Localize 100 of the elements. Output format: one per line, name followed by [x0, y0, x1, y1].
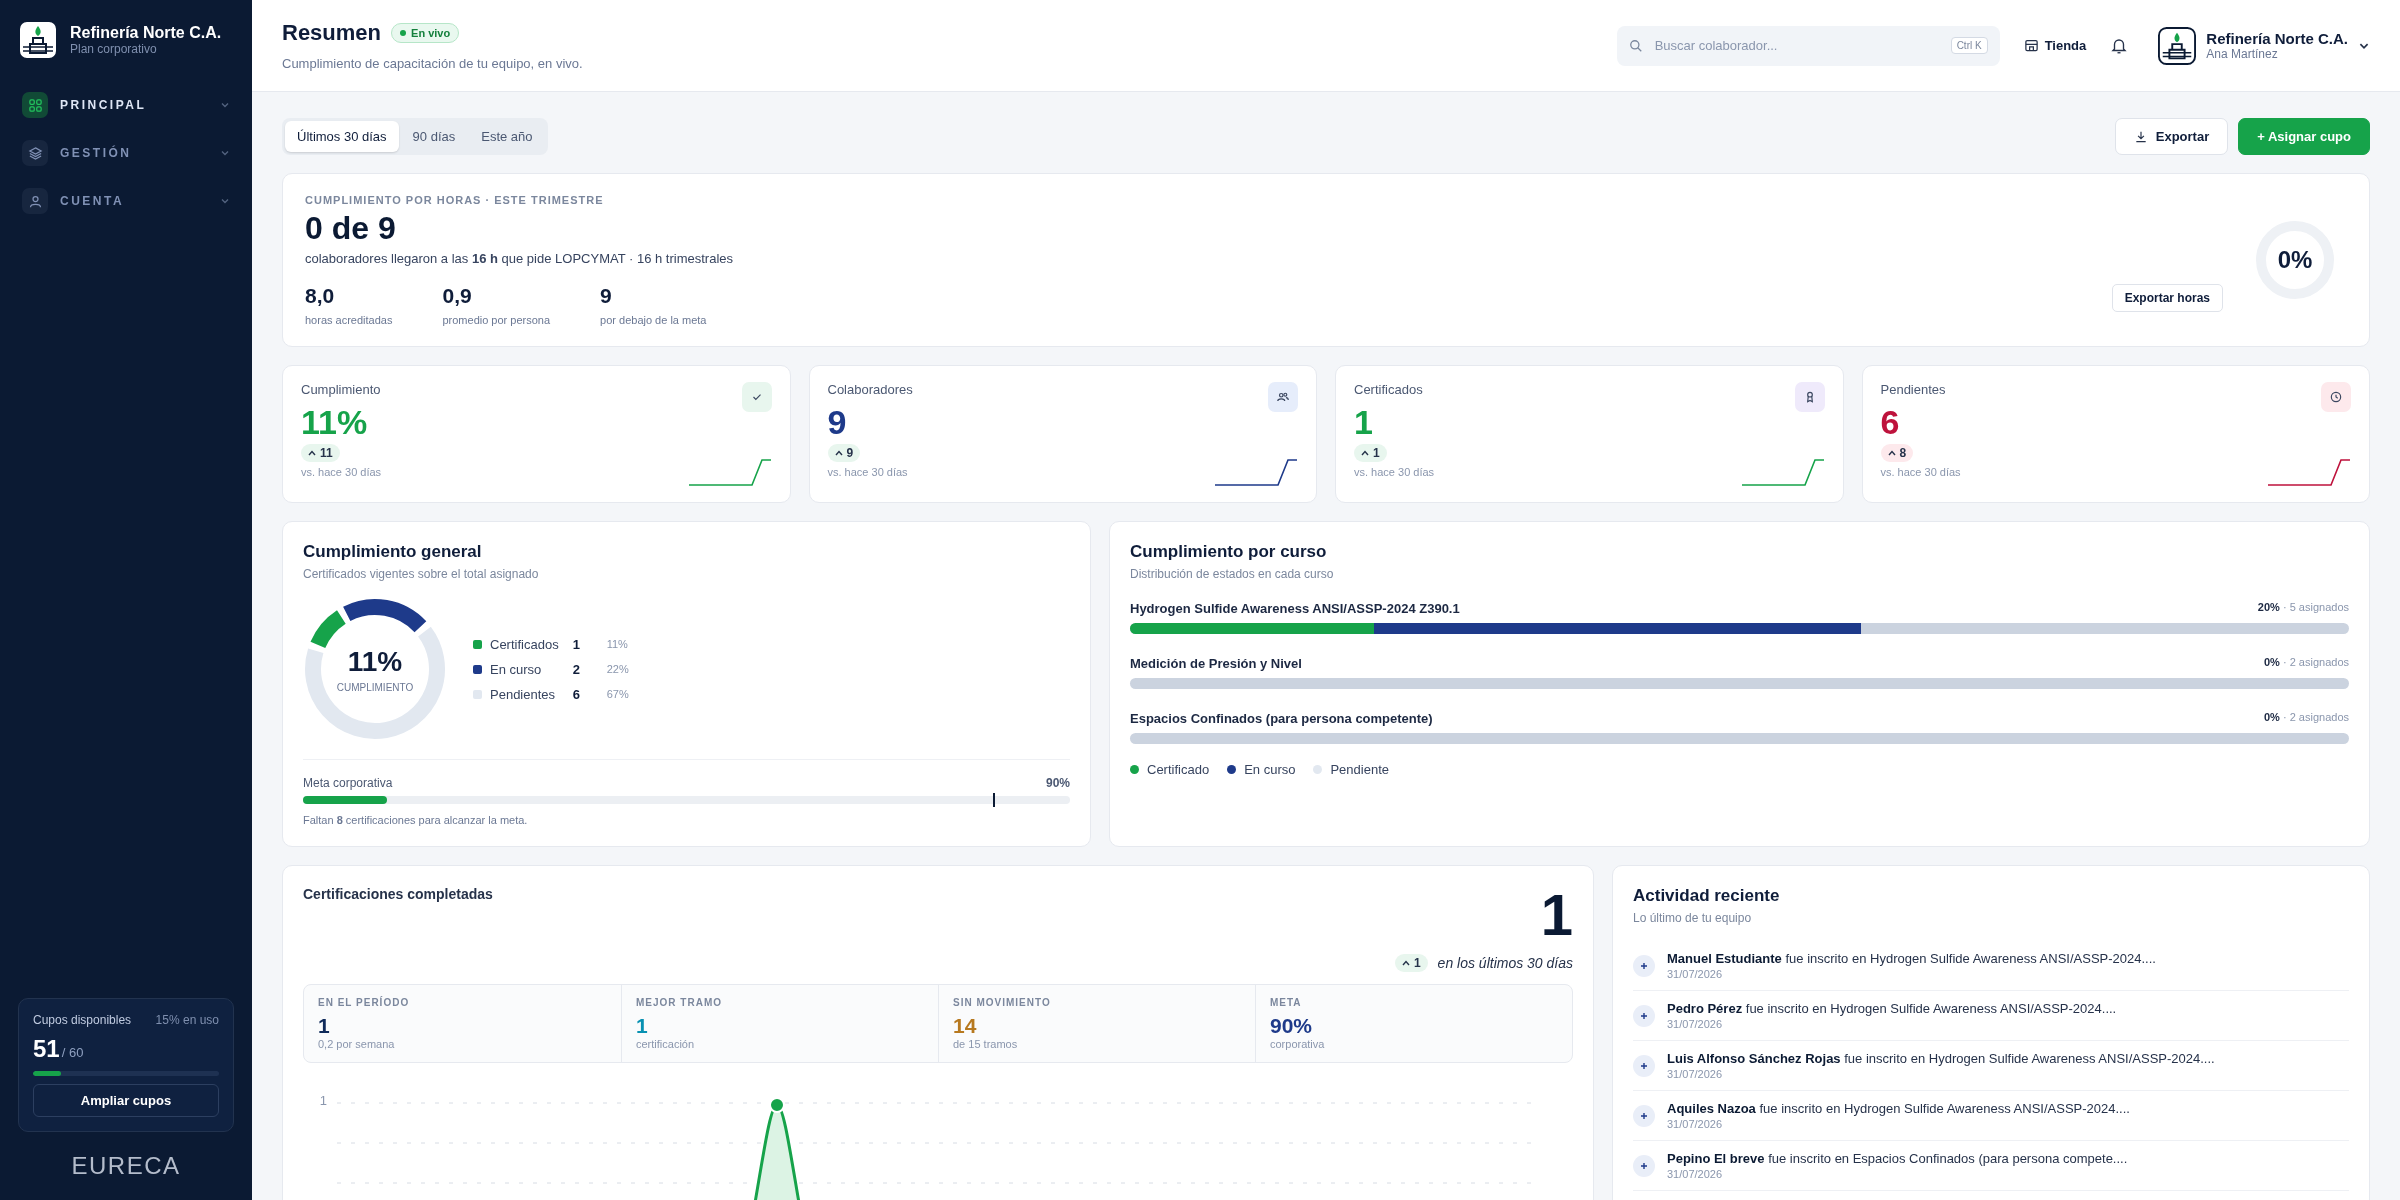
expand-quota-button[interactable]: Ampliar cupos — [33, 1084, 219, 1117]
stat-label: MEJOR TRAMO — [636, 997, 723, 1008]
page-title: Resumen — [282, 20, 382, 46]
plus-icon — [1640, 1062, 1648, 1070]
legend-label: Pendiente — [1330, 762, 1389, 777]
course-name: Medición de Presión y Nivel — [1130, 656, 1302, 671]
chevron-icon — [220, 100, 230, 110]
usage-label: 15% en uso — [155, 1013, 219, 1027]
stat-caption: de 15 tramos — [953, 1038, 1019, 1050]
plus-icon — [1640, 1112, 1648, 1120]
page-subtitle: Cumplimiento de capacitación de tu equipo, en vivo. — [282, 56, 584, 71]
legend-count: 2 — [572, 661, 581, 677]
quota-title: Cupos disponibles — [33, 1013, 132, 1027]
total-count: 1 — [1539, 886, 1573, 944]
legend-percent: 67% — [606, 688, 629, 700]
avatar-logo-icon — [2158, 26, 2197, 65]
stat-caption: certificación — [636, 1038, 696, 1050]
course-name: Espacios Confinados (para persona competente) — [1130, 711, 1433, 726]
search-icon — [1628, 38, 1643, 53]
card-caption: vs. hace 30 días — [1354, 466, 1436, 478]
users-icon — [1276, 390, 1290, 404]
chevron-icon — [220, 148, 230, 158]
legend-count: 1 — [572, 636, 581, 652]
clock-icon — [2329, 390, 2343, 404]
card-subtitle: Certificados vigentes sobre el total asignado — [303, 567, 540, 581]
card-title: Pendientes — [1880, 382, 1947, 397]
card-title: Colaboradores — [827, 382, 914, 397]
search-field[interactable]: Buscar colaborador... Ctrl K — [1616, 25, 2000, 66]
stat-caption: 0,2 por semana — [318, 1038, 396, 1050]
card-title: Actividad reciente — [1633, 886, 1781, 906]
card-title: Certificaciones completadas — [303, 886, 493, 904]
delta-caption: en los últimos 30 días — [1437, 955, 1573, 971]
stat-value: 1 — [318, 1014, 331, 1038]
nav-group[interactable]: CUENTA — [18, 182, 234, 220]
stat-value: 0,9 — [442, 284, 473, 308]
search-input[interactable]: Buscar colaborador... — [1652, 37, 1941, 54]
hours-headline: 0 de 9 — [305, 210, 397, 247]
activity-text: Pedro Pérez fue inscrito en Hydrogen Sulfide Awareness ANSI/ASSP-2024.... — [1667, 1001, 2117, 1016]
export-hours-button[interactable]: Exportar horas — [2111, 284, 2223, 312]
period-tab[interactable]: Este año — [469, 121, 545, 152]
hours-description: colaboradores llegaron a las 16 h que pide LOPCYMAT · 16 h trimestrales — [305, 251, 734, 266]
plus-icon — [1640, 962, 1648, 970]
course-stats: 20% · 5 asignados — [2257, 601, 2349, 615]
legend-count: 6 — [572, 686, 581, 702]
stat-value: 90% — [1270, 1014, 1314, 1038]
activity-date: 31/07/2026 — [1667, 1118, 1724, 1130]
store-link[interactable]: Tienda — [2017, 37, 2093, 54]
ring-value: 0% — [2277, 246, 2313, 274]
nav-group[interactable]: PRINCIPAL — [18, 86, 234, 124]
goal-value: 90% — [1045, 776, 1070, 790]
stat-label: horas acreditadas — [305, 314, 393, 326]
card-subtitle: Lo último de tu equipo — [1633, 911, 1753, 925]
legend-percent: 11% — [606, 638, 629, 650]
legend-label: En curso — [1244, 762, 1296, 777]
user-icon — [27, 193, 43, 209]
goal-label: Meta corporativa — [303, 776, 393, 790]
stat-value: 9 — [600, 284, 613, 308]
card-value: 1 — [1354, 403, 1374, 442]
activity-text: Aquiles Nazoa fue inscrito en Hydrogen Sulfide Awareness ANSI/ASSP-2024.... — [1667, 1101, 2130, 1116]
logo-icon — [18, 20, 58, 60]
legend-label: En curso — [490, 661, 542, 677]
legend-label: Certificado — [1147, 762, 1210, 777]
stat-caption: corporativa — [1270, 1038, 1326, 1050]
card-caption: vs. hace 30 días — [827, 466, 909, 478]
delta-badge: 1 — [1354, 444, 1387, 462]
course-stats: 0% · 2 asignados — [2264, 656, 2349, 670]
card-subtitle: Distribución de estados en cada curso — [1130, 567, 1335, 581]
stat-value: 14 — [953, 1014, 978, 1038]
brand-name: Refinería Norte C.A. — [70, 24, 222, 42]
stat-value: 8,0 — [305, 284, 336, 308]
card-value: 6 — [1880, 403, 1901, 442]
plus-icon — [1640, 1162, 1648, 1170]
delta-badge: 9 — [827, 444, 861, 462]
shortcut-hint: Ctrl K — [1950, 37, 1988, 54]
goal-note: Faltan 8 certificaciones para alcanzar la meta. — [303, 814, 529, 826]
chevron-icon — [220, 196, 230, 206]
period-tab[interactable]: Últimos 30 días — [285, 121, 399, 152]
total-count: / 60 — [61, 1045, 84, 1060]
activity-text: Luis Alfonso Sánchez Rojas fue inscrito en Hydrogen Sulfide Awareness ANSI/ASSP-2024.... — [1667, 1051, 2215, 1066]
donut-label: CUMPLIMIENTO — [336, 681, 414, 693]
delta-badge: 11 — [301, 444, 340, 462]
grid-icon — [27, 97, 43, 113]
stat-label: por debajo de la meta — [600, 314, 707, 326]
delta-badge: 8 — [1880, 444, 1914, 462]
legend-label: Pendientes — [490, 686, 556, 702]
card-title: Certificados — [1354, 382, 1424, 397]
store-icon — [2023, 38, 2039, 53]
notifications-icon[interactable] — [2110, 36, 2129, 55]
plan-label: Plan corporativo — [70, 42, 158, 56]
period-tab[interactable]: 90 días — [400, 121, 468, 152]
stat-value: 1 — [636, 1014, 649, 1038]
legend-percent: 22% — [606, 663, 629, 675]
activity-date: 31/07/2026 — [1667, 1068, 1724, 1080]
donut-value: 11% — [347, 645, 403, 678]
delta-badge: 1 — [1394, 954, 1428, 972]
export-button[interactable]: Exportar — [2114, 118, 2229, 155]
download-icon — [2133, 129, 2148, 144]
nav-group[interactable]: GESTIÓN — [18, 134, 234, 172]
stat-label: EN EL PERÍODO — [318, 997, 411, 1008]
activity-text: Pepino El breve fue inscrito en Espacios Confinados (para persona compete.... — [1667, 1151, 2128, 1166]
